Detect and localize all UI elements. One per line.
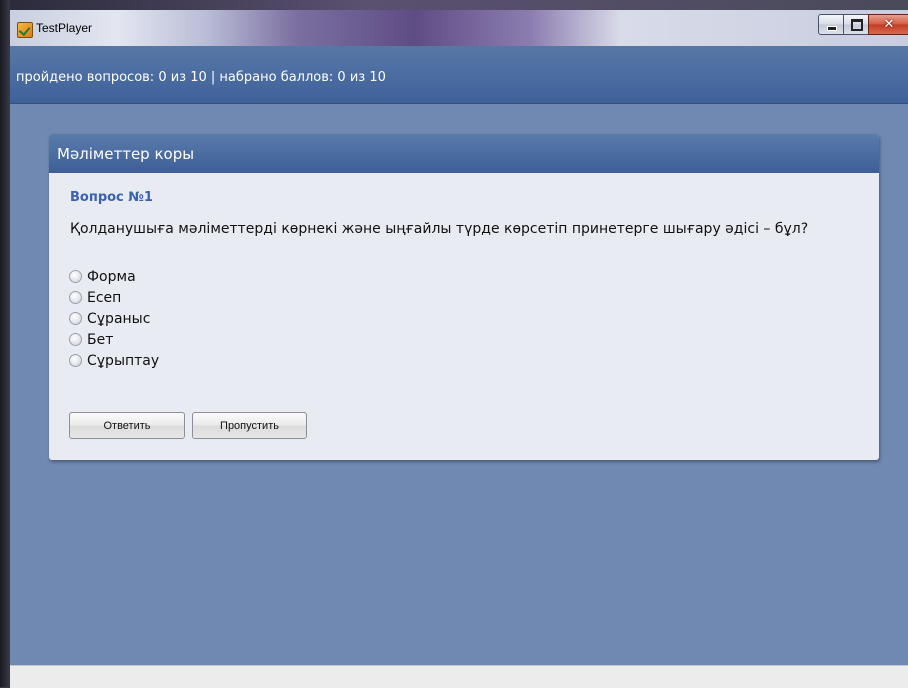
status-header: пройдено вопросов: 0 из 10 | набрано бал…: [10, 46, 908, 104]
desktop-left-strip: [0, 0, 10, 687]
skip-button[interactable]: Пропустить: [192, 412, 307, 439]
close-button[interactable]: [868, 14, 908, 35]
answer-options: Форма Есеп Сұраныс Бет Сұрыптау: [69, 266, 159, 371]
desktop-top-strip: [0, 0, 908, 10]
app-icon: [17, 22, 33, 38]
minimize-button[interactable]: [818, 14, 844, 35]
radio-button[interactable]: [69, 354, 82, 367]
option-1[interactable]: Форма: [69, 266, 159, 287]
option-label[interactable]: Есеп: [87, 290, 121, 306]
maximize-button[interactable]: [843, 14, 869, 35]
progress-status-text: пройдено вопросов: 0 из 10 | набрано бал…: [16, 70, 386, 85]
client-area: пройдено вопросов: 0 из 10 | набрано бал…: [10, 46, 908, 688]
bottom-bar: [10, 665, 908, 688]
question-text: Қолданушыға мәліметтерді көрнекі және ың…: [70, 221, 809, 237]
card-title: Мәліметтер коры: [57, 145, 195, 163]
answer-button[interactable]: Ответить: [69, 412, 185, 439]
option-label[interactable]: Сұрыптау: [87, 353, 159, 369]
window-title: TestPlayer: [36, 21, 93, 35]
option-2[interactable]: Есеп: [69, 287, 159, 308]
option-label[interactable]: Сұраныс: [87, 311, 150, 327]
radio-button[interactable]: [69, 291, 82, 304]
option-3[interactable]: Сұраныс: [69, 308, 159, 329]
title-bar[interactable]: [10, 10, 908, 46]
option-5[interactable]: Сұрыптау: [69, 350, 159, 371]
radio-button[interactable]: [69, 333, 82, 346]
radio-button[interactable]: [69, 312, 82, 325]
card-header: Мәліметтер коры: [49, 134, 879, 173]
option-label[interactable]: Бет: [87, 332, 113, 348]
question-card: Мәліметтер коры Вопрос №1 Қолданушыға мә…: [49, 134, 879, 460]
question-number: Вопрос №1: [70, 190, 153, 205]
radio-button[interactable]: [69, 270, 82, 283]
option-label[interactable]: Форма: [87, 269, 136, 285]
option-4[interactable]: Бет: [69, 329, 159, 350]
